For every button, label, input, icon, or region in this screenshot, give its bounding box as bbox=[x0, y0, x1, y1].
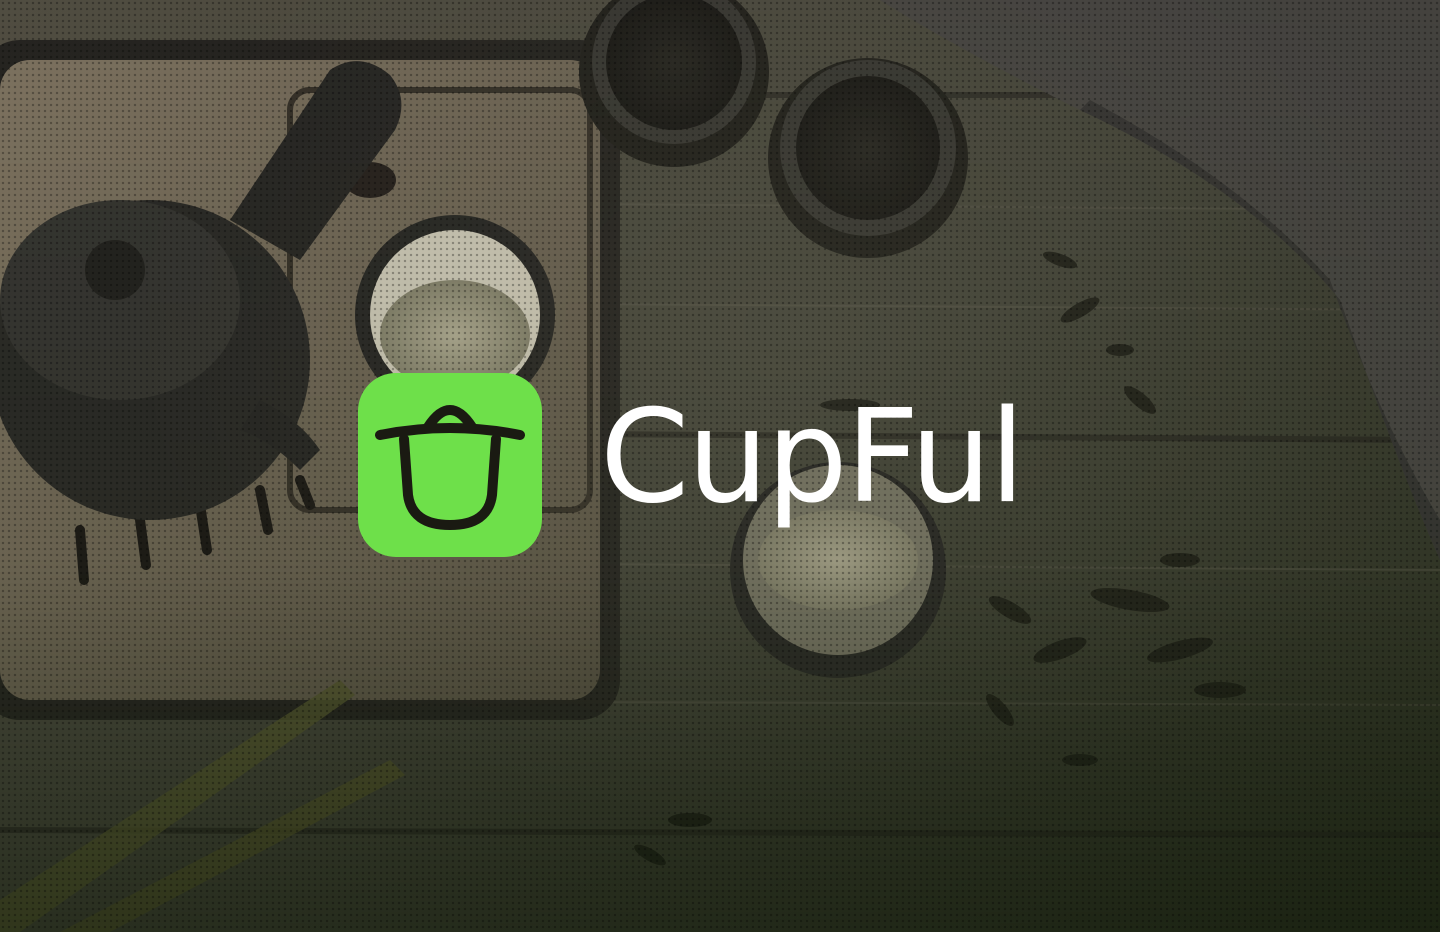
cup-with-lid-icon bbox=[358, 373, 542, 557]
brand-wordmark: CupFul bbox=[600, 383, 1025, 532]
brand-logo: CupFul bbox=[358, 373, 1025, 557]
app-icon bbox=[358, 373, 542, 557]
